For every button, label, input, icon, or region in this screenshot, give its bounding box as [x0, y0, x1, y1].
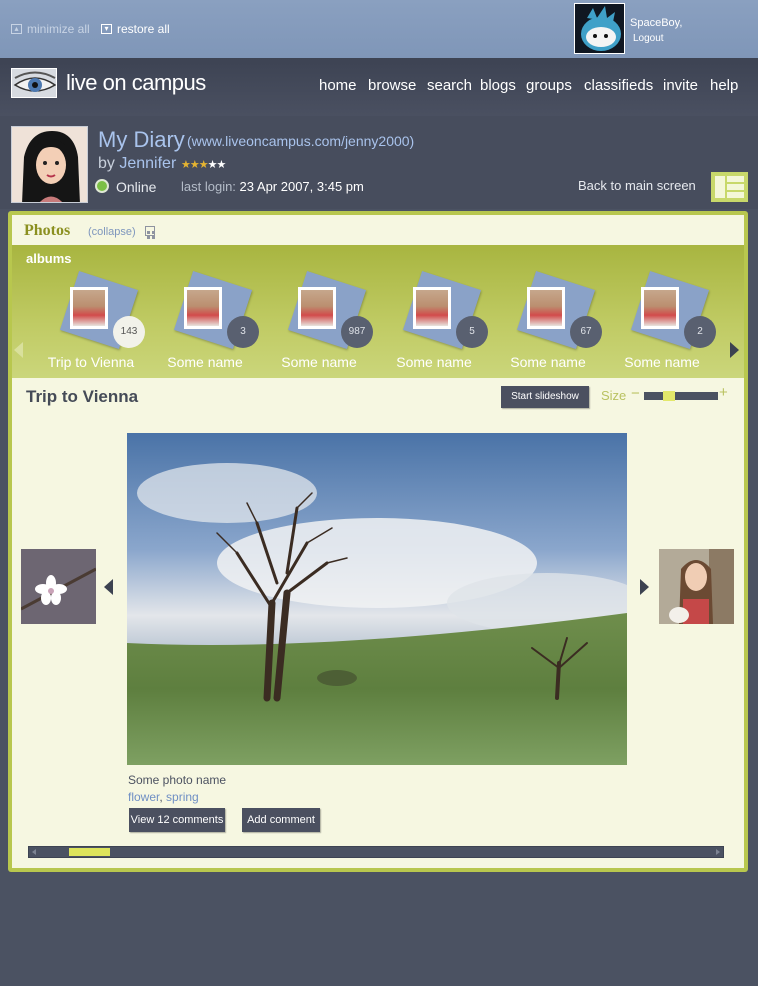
album-thumbnail: [413, 287, 451, 329]
photos-title: Photos: [24, 222, 71, 239]
profile-band: My Diary (www.liveoncampus.com/jenny2000…: [0, 116, 758, 209]
album-count-badge: 5: [456, 316, 488, 348]
star-icon: ★: [181, 159, 191, 171]
previous-photo-arrow-icon[interactable]: [104, 579, 113, 595]
logout-link[interactable]: Logout: [633, 33, 664, 44]
album-item[interactable]: 3 Some name: [150, 270, 260, 375]
nav-help[interactable]: help: [710, 77, 738, 94]
photos-panel: Photos (collapse) albums 143 Trip to Vie…: [8, 211, 748, 872]
album-count-badge: 3: [227, 316, 259, 348]
nav-classifieds[interactable]: classifieds: [584, 77, 653, 94]
tag-link[interactable]: spring: [166, 790, 199, 804]
by-label: by: [98, 155, 115, 172]
layout-grid-icon[interactable]: [711, 172, 748, 202]
album-thumbnail: [641, 287, 679, 329]
minimize-all-label: minimize all: [27, 22, 90, 36]
minimize-all-button[interactable]: ▴ minimize all: [11, 22, 90, 36]
next-photo-thumbnail[interactable]: [659, 549, 734, 624]
size-slider-handle[interactable]: [663, 391, 675, 401]
album-name: Some name: [510, 354, 586, 370]
start-slideshow-button[interactable]: Start slideshow: [501, 386, 589, 408]
nav-home[interactable]: home: [319, 77, 357, 94]
diary-url[interactable]: (www.liveoncampus.com/jenny2000): [187, 133, 414, 149]
logo-eye-icon[interactable]: [11, 68, 57, 98]
album-count-badge: 2: [684, 316, 716, 348]
collapse-link[interactable]: (collapse): [88, 226, 136, 238]
previous-photo-thumbnail[interactable]: [21, 549, 96, 624]
albums-label: albums: [26, 251, 72, 266]
online-status: Online: [116, 179, 157, 195]
brand-name[interactable]: live on campus: [66, 70, 206, 96]
album-name: Some name: [281, 354, 357, 370]
next-photo-arrow-icon[interactable]: [640, 579, 649, 595]
add-comment-button[interactable]: Add comment: [242, 808, 320, 832]
album-thumbnail: [184, 287, 222, 329]
album-name: Some name: [396, 354, 472, 370]
photos-header: Photos (collapse): [12, 215, 744, 245]
scroll-right-arrow-icon[interactable]: [716, 849, 720, 855]
album-item[interactable]: 2 Some name: [607, 270, 717, 375]
rating-stars: ★★★★★: [181, 158, 227, 171]
site-header: live on campus home browse search blogs …: [0, 58, 758, 116]
albums-prev-arrow-icon[interactable]: [14, 342, 23, 358]
album-count-badge: 143: [113, 316, 145, 348]
restore-icon: ▾: [101, 24, 112, 34]
photo-strip-scrollbar[interactable]: [28, 846, 724, 858]
size-slider[interactable]: [644, 391, 718, 401]
view-comments-button[interactable]: View 12 comments: [129, 808, 225, 832]
restore-all-label: restore all: [117, 22, 170, 36]
nav-groups[interactable]: groups: [526, 77, 572, 94]
album-name: Some name: [624, 354, 700, 370]
scroll-left-arrow-icon[interactable]: [32, 849, 36, 855]
size-decrease-button[interactable]: −: [631, 385, 640, 402]
diary-title[interactable]: My Diary: [98, 127, 185, 153]
album-count-badge: 67: [570, 316, 602, 348]
album-item[interactable]: 987 Some name: [264, 270, 374, 375]
author-line: by Jennifer: [98, 155, 176, 173]
back-to-main-link[interactable]: Back to main screen: [578, 178, 696, 193]
album-item[interactable]: 5 Some name: [379, 270, 489, 375]
star-icon: ★: [189, 159, 200, 171]
author-link[interactable]: Jennifer: [119, 155, 176, 172]
nav-browse[interactable]: browse: [368, 77, 416, 94]
online-status-icon: [95, 179, 109, 193]
album-thumbnail: [298, 287, 336, 329]
star-empty-icon: ★: [207, 159, 218, 171]
last-login: last login: 23 Apr 2007, 3:45 pm: [181, 179, 364, 194]
album-name: Trip to Vienna: [47, 354, 135, 370]
star-icon: ★: [198, 159, 209, 171]
user-avatar[interactable]: [574, 3, 625, 54]
last-login-value: 23 Apr 2007, 3:45 pm: [239, 179, 364, 194]
tag-link[interactable]: flower: [128, 790, 159, 804]
nav-blogs[interactable]: blogs: [480, 77, 516, 94]
album-item[interactable]: 67 Some name: [493, 270, 603, 375]
size-label: Size: [601, 388, 627, 403]
album-item[interactable]: 143 Trip to Vienna: [36, 270, 146, 375]
last-login-label: last login:: [181, 179, 236, 194]
nav-invite[interactable]: invite: [663, 77, 698, 94]
size-increase-button[interactable]: +: [719, 384, 728, 401]
main-photo[interactable]: [127, 433, 627, 765]
photo-tags: flower, spring: [128, 790, 199, 804]
album-name: Some name: [167, 354, 243, 370]
star-empty-icon: ★: [216, 159, 227, 171]
album-count-badge: 987: [341, 316, 373, 348]
albums-next-arrow-icon[interactable]: [730, 342, 739, 358]
scrollbar-thumb[interactable]: [69, 848, 110, 856]
profile-avatar[interactable]: [11, 126, 88, 203]
photo-name: Some photo name: [128, 773, 227, 787]
current-album-title: Trip to Vienna: [26, 387, 139, 406]
albums-carousel: albums 143 Trip to Vienna 3 Some name 98…: [12, 245, 744, 378]
top-strip: ▴ minimize all ▾ restore all SpaceBoy, L…: [0, 0, 758, 58]
username: SpaceBoy,: [630, 17, 683, 29]
album-thumbnail: [70, 287, 108, 329]
nav-search[interactable]: search: [427, 77, 472, 94]
minimize-icon: ▴: [11, 24, 22, 34]
photos-panel-inner: Photos (collapse) albums 143 Trip to Vie…: [12, 215, 744, 868]
expand-grid-icon[interactable]: [145, 226, 155, 239]
album-thumbnail: [527, 287, 565, 329]
restore-all-button[interactable]: ▾ restore all: [101, 22, 170, 36]
